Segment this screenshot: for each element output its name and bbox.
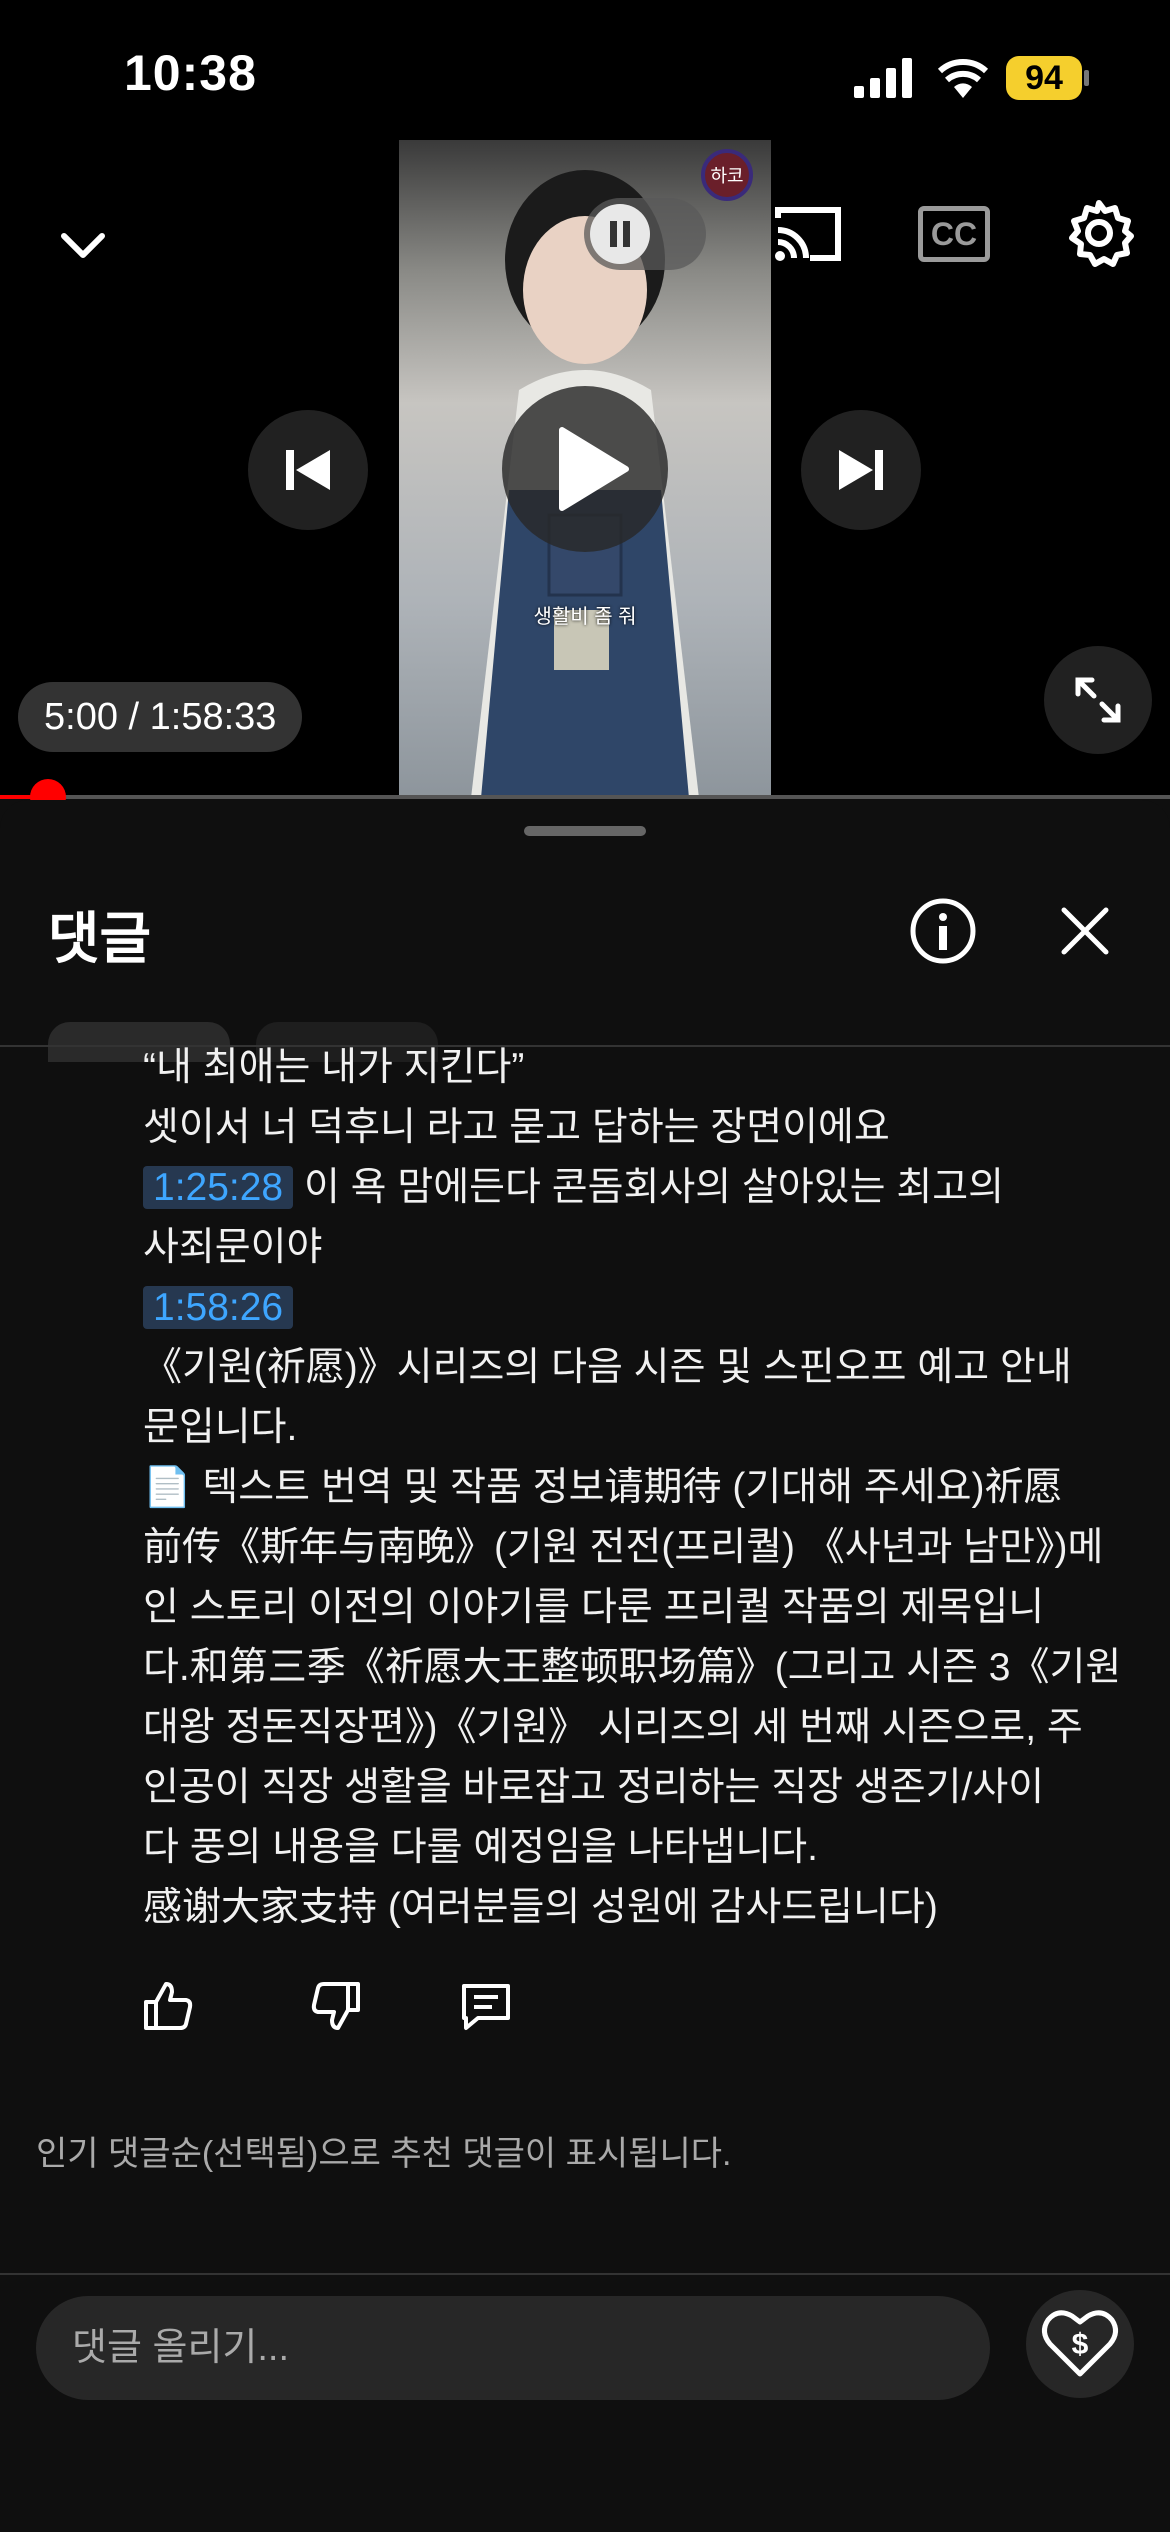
comment-line-text: 이 욕 맘에든다 콘돔회사의 살아있는 최고의 [293, 1166, 1004, 1209]
cast-button[interactable] [770, 200, 846, 266]
sort-notice: 인기 댓글순(선택됨)으로 추천 댓글이 표시됩니다. [36, 2135, 732, 2173]
timestamp-link[interactable]: 1:58:26 [143, 1286, 294, 1329]
comment-line: 문입니다. [143, 1406, 298, 1449]
progress-bar[interactable] [0, 795, 1170, 799]
cellular-signal-icon [852, 58, 914, 98]
previous-button[interactable] [248, 410, 368, 530]
chevron-down-icon [61, 233, 105, 258]
status-time: 10:38 [124, 45, 257, 101]
dislike-button[interactable] [308, 1978, 364, 2034]
comment-line: 인공이 직장 생활을 바로잡고 정리하는 직장 생존기/사이 [143, 1766, 1045, 1809]
comment-line: 前传《斯年与南晚》(기원 전전(프리퀄) 《사년과 남만》)메 [143, 1526, 1104, 1569]
super-thanks-icon: $ [1042, 2310, 1118, 2377]
video-player[interactable]: 하코 생활비 좀 줘 CC 5:00 / 1:58:33 [0, 0, 1170, 798]
reply-icon [462, 1984, 510, 2030]
cast-icon [775, 207, 841, 261]
play-icon [559, 427, 629, 511]
autoplay-toggle[interactable] [584, 198, 706, 270]
page-emoji: 📄 [143, 1466, 192, 1509]
next-button[interactable] [801, 410, 921, 530]
video-caption: 생활비 좀 줘 [533, 606, 637, 628]
battery-level: 94 [1025, 59, 1063, 97]
thumbs-down-icon [311, 1982, 360, 2030]
play-button[interactable] [502, 386, 668, 552]
comment-line: “내 최애는 내가 지킨다” [143, 1046, 525, 1089]
captions-button[interactable]: CC [918, 206, 990, 262]
channel-watermark: 하코 [710, 166, 744, 186]
comment-line: 📄 텍스트 번역 및 작품 정보请期待 (기대해 주세요)祈愿 [143, 1458, 1093, 1518]
info-icon [910, 898, 976, 964]
comment-line: 感谢大家支持 (여러분들의 성원에 감사드립니다) [143, 1886, 938, 1929]
super-thanks-button[interactable]: $ [1026, 2290, 1134, 2398]
fullscreen-button[interactable] [1044, 646, 1152, 754]
comment-line: 인 스토리 이전의 이야기를 다룬 프리퀄 작품의 제목입니 [143, 1586, 1045, 1629]
battery-cap [1084, 70, 1089, 86]
comment-line: 1:58:26 [143, 1278, 1093, 1338]
like-button[interactable] [140, 1978, 196, 2034]
cc-icon: CC [930, 216, 978, 252]
skip-previous-icon [286, 450, 330, 490]
fullscreen-icon [1075, 677, 1121, 723]
battery-indicator: 94 [1006, 56, 1082, 100]
pause-icon [590, 204, 650, 264]
wifi-icon [937, 56, 989, 98]
comment-line: 셋이서 너 덕후니 라고 묻고 답하는 장면이에요 [143, 1106, 890, 1149]
reply-button[interactable] [458, 1978, 514, 2034]
close-button[interactable] [1052, 898, 1118, 964]
comment-line: 다.和第三季《祈愿大王整顿职场篇》(그리고 시즌 3《기원 [143, 1646, 1122, 1689]
gear-icon [1069, 200, 1134, 267]
comment-input[interactable] [36, 2296, 990, 2400]
thumbs-up-icon [144, 1982, 193, 2030]
comment-line: 사죄문이야 [143, 1226, 323, 1269]
close-icon [1061, 907, 1109, 955]
sheet-title: 댓글 [48, 907, 152, 970]
settings-button[interactable] [1064, 198, 1134, 268]
comment-line: 대왕 정돈직장편》)《기원》 시리즈의 세 번째 시즌으로, 주 [143, 1706, 1083, 1749]
comment-line: 다 풍의 내용을 다룰 예정임을 나타냅니다. [143, 1826, 818, 1869]
sheet-drag-handle[interactable] [524, 826, 646, 836]
svg-text:$: $ [1072, 2328, 1089, 2361]
input-divider [0, 2273, 1170, 2275]
skip-next-icon [839, 450, 883, 490]
info-button[interactable] [908, 896, 978, 966]
comment-line: 1:25:28 이 욕 맘에든다 콘돔회사의 살아있는 최고의 [143, 1158, 1093, 1218]
collapse-button[interactable] [48, 220, 118, 280]
comment-line-text: 텍스트 번역 및 작품 정보请期待 (기대해 주세요)祈愿 [191, 1466, 1063, 1509]
comment-line: 《기원(祈愿)》시리즈의 다음 시즌 및 스핀오프 예고 안내 [143, 1346, 1072, 1389]
time-display: 5:00 / 1:58:33 [18, 682, 303, 752]
comment-text: “내 최애는 내가 지킨다” 셋이서 너 덕후니 라고 묻고 답하는 장면이에요… [143, 1038, 1122, 1938]
timestamp-link[interactable]: 1:25:28 [143, 1166, 294, 1209]
